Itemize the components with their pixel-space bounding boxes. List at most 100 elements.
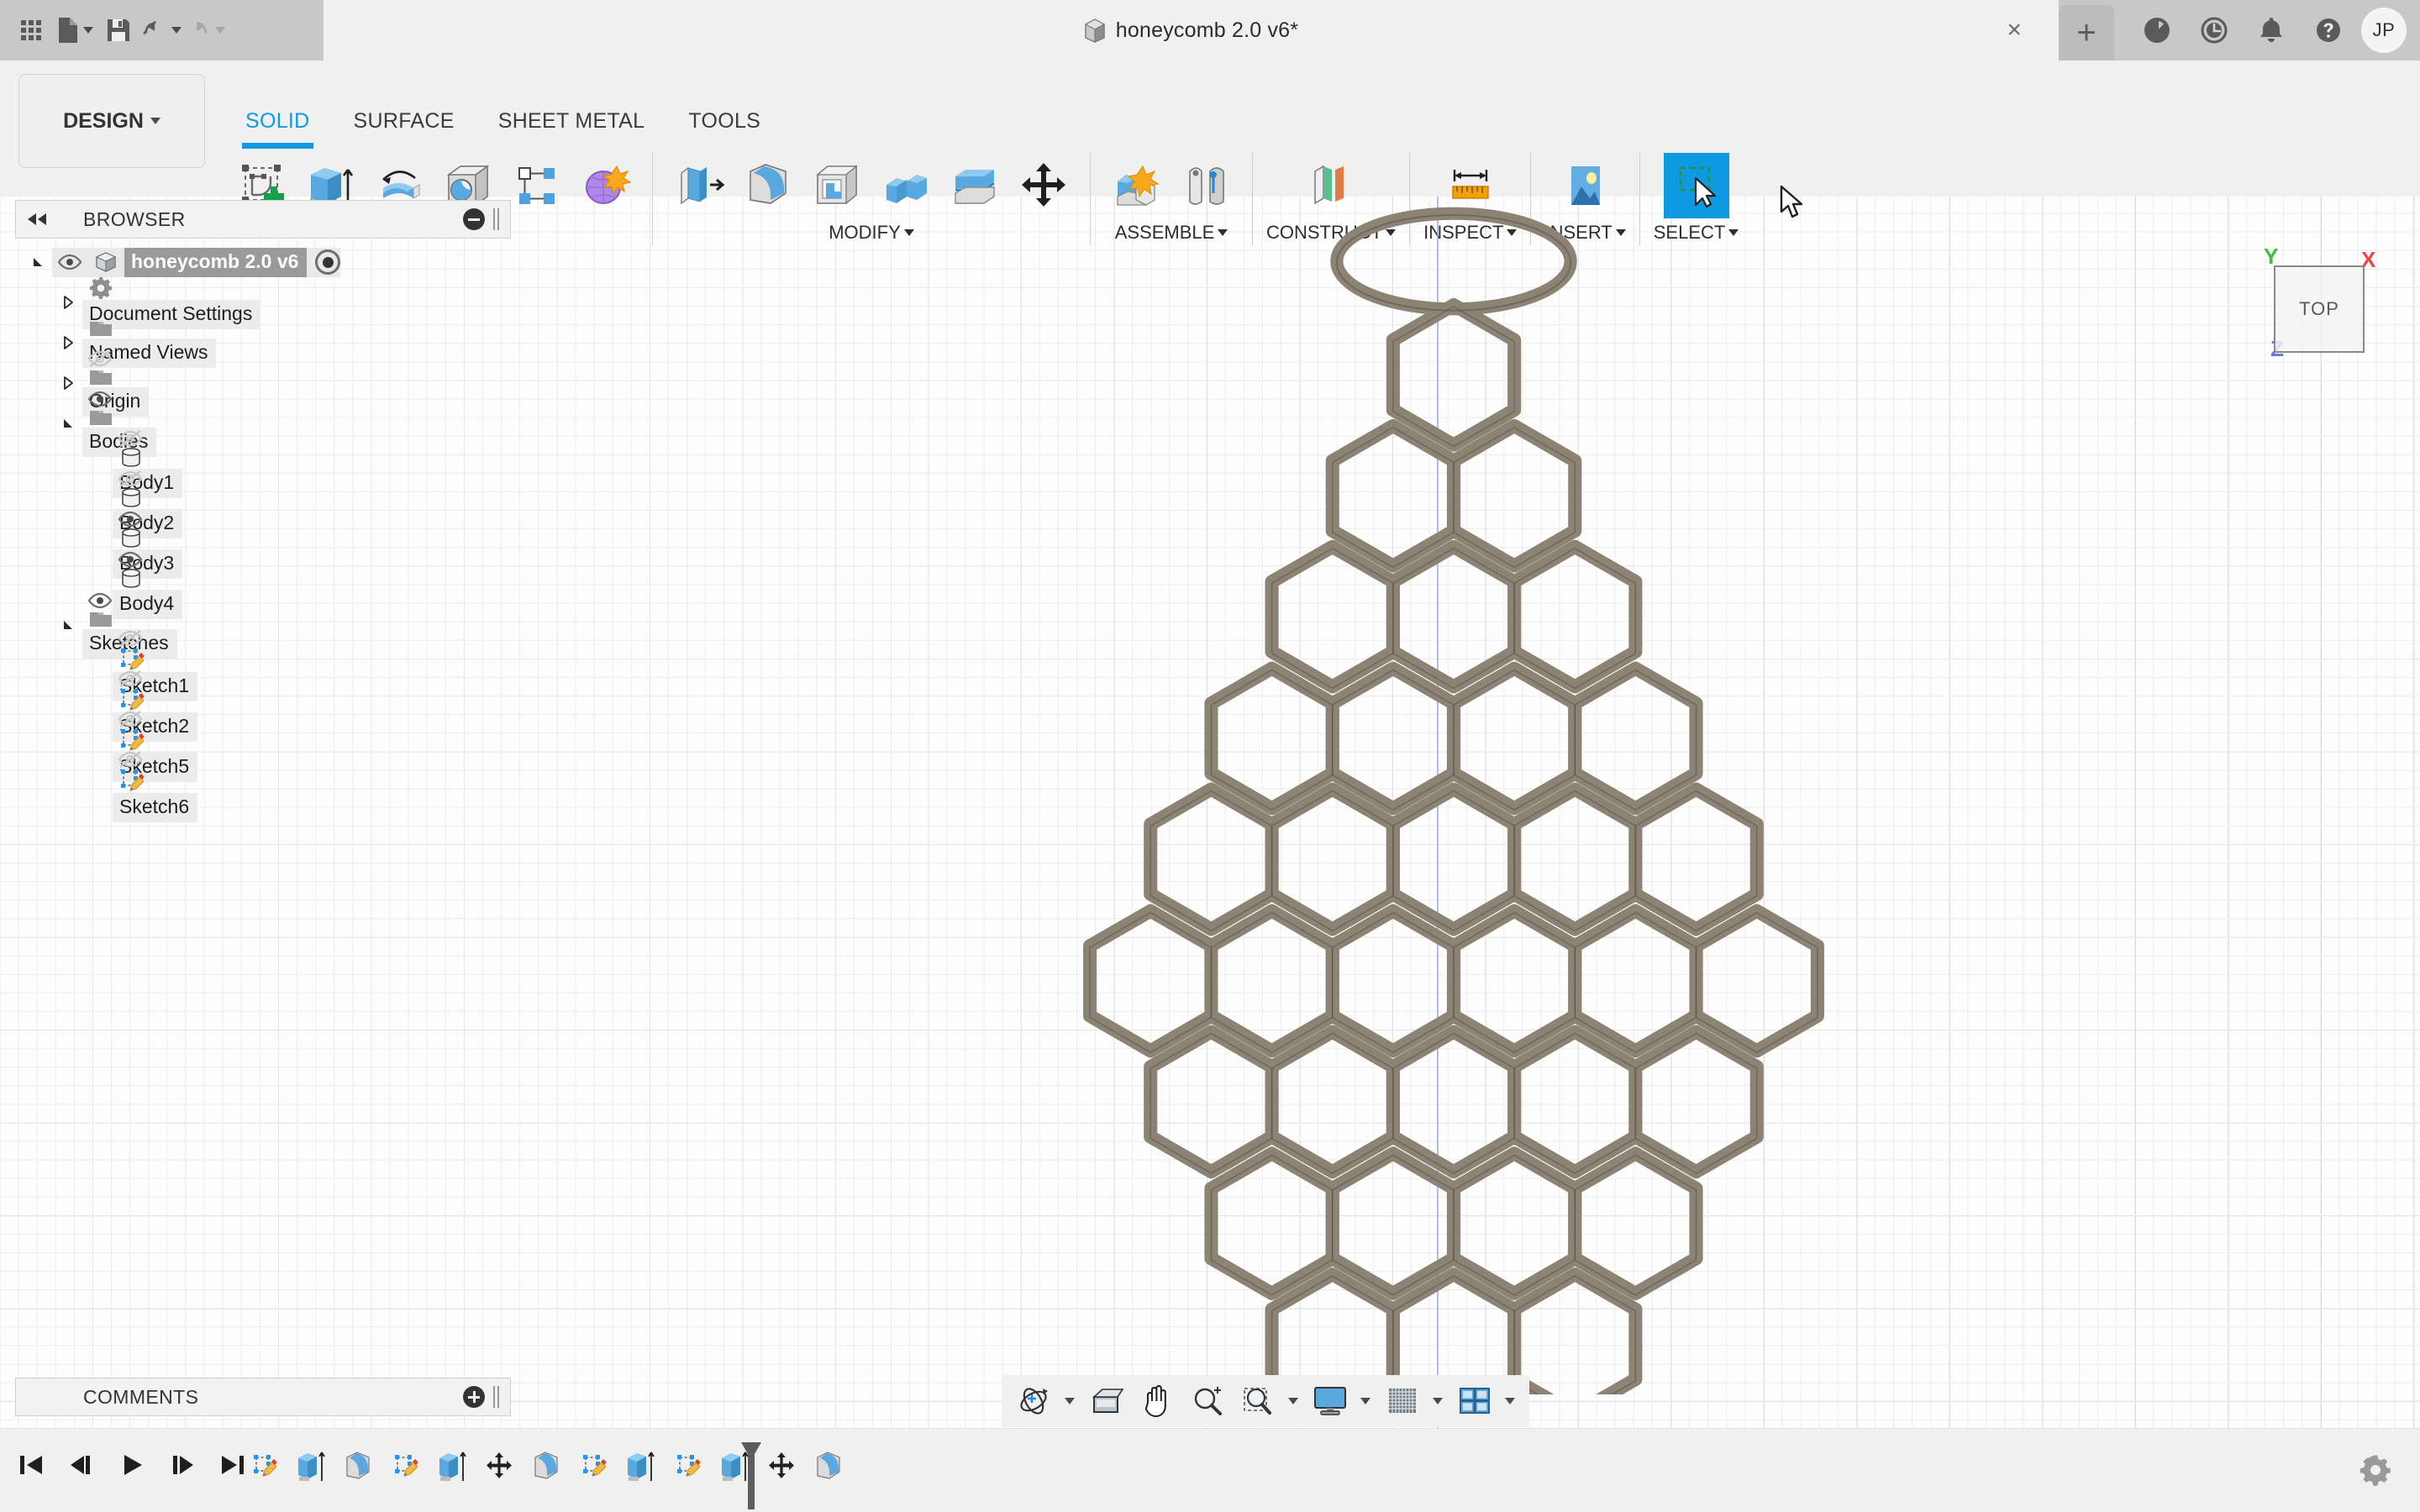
play-back-icon[interactable] [113, 1442, 151, 1488]
tab-surface[interactable]: SURFACE [332, 109, 476, 141]
tree-expander[interactable] [24, 255, 52, 269]
tree-item-body3[interactable]: Body3 [15, 511, 511, 579]
tab-sheet-metal[interactable]: SHEET METAL [476, 109, 667, 141]
sketch-icon [254, 1455, 276, 1477]
tree-item-sketch6[interactable]: Sketch6 [15, 750, 511, 822]
browser-resize-grip[interactable] [493, 208, 502, 230]
create-form-icon[interactable] [573, 153, 639, 218]
step-back-icon[interactable] [62, 1442, 101, 1488]
viewports-icon[interactable] [1450, 1378, 1499, 1424]
file-icon[interactable] [55, 11, 94, 50]
tab-tools[interactable]: TOOLS [666, 109, 782, 141]
folder-icon [82, 367, 119, 387]
save-icon[interactable] [99, 11, 138, 50]
tree-item-body2[interactable]: Body2 [15, 470, 511, 538]
display-settings-icon[interactable] [1306, 1378, 1355, 1424]
undo-icon[interactable] [143, 11, 182, 50]
bell-icon[interactable] [2247, 6, 2296, 55]
timeline-extrude[interactable] [429, 1441, 476, 1491]
new-tab-button[interactable]: + [2059, 5, 2114, 60]
move-copy-icon[interactable] [1011, 153, 1076, 218]
extension-icon[interactable] [2133, 6, 2181, 55]
display-chevron-down-icon[interactable] [1356, 1378, 1376, 1424]
combine-icon[interactable] [873, 153, 939, 218]
document-tab[interactable]: honeycomb 2.0 v6* × [324, 0, 2059, 60]
activate-component-radio[interactable] [315, 249, 341, 275]
step-forward-icon[interactable] [163, 1442, 202, 1488]
timeline-sketch[interactable] [240, 1441, 287, 1491]
press-pull-icon[interactable] [666, 153, 732, 218]
timeline-fillet[interactable] [334, 1441, 381, 1491]
minimize-browser-icon[interactable] [463, 208, 485, 230]
timeline-sketch[interactable] [381, 1441, 429, 1491]
visibility-toggle-icon[interactable] [113, 750, 148, 768]
timeline-fillet[interactable] [805, 1441, 852, 1491]
pattern-icon[interactable] [504, 153, 570, 218]
zoom-chevron-down-icon[interactable] [1284, 1378, 1304, 1424]
visibility-toggle-icon[interactable] [113, 669, 148, 687]
visibility-toggle-icon[interactable] [82, 592, 118, 609]
tree-expander[interactable] [54, 375, 82, 391]
help-icon[interactable] [2304, 6, 2353, 55]
visibility-toggle-icon[interactable] [52, 254, 87, 270]
visibility-toggle-icon[interactable] [113, 629, 148, 647]
visibility-toggle-icon[interactable] [113, 511, 148, 528]
tree-item-sketch2[interactable]: Sketch2 [15, 669, 511, 742]
timeline-move[interactable] [758, 1441, 805, 1491]
body-icon [113, 528, 150, 549]
viewports-chevron-down-icon[interactable] [1501, 1378, 1521, 1424]
orbit-icon[interactable] [1010, 1378, 1059, 1424]
add-comment-icon[interactable] [463, 1386, 485, 1408]
pan-icon[interactable] [1133, 1378, 1181, 1424]
collapse-panel-icon[interactable] [24, 207, 50, 232]
split-face-icon[interactable] [942, 153, 1007, 218]
timeline-end-marker[interactable] [738, 1441, 765, 1511]
eye-hidden-icon [118, 470, 143, 487]
tree-expander[interactable] [54, 417, 82, 430]
fillet-icon[interactable] [735, 153, 801, 218]
visibility-toggle-icon[interactable] [113, 470, 148, 487]
quick-access-toolbar [0, 0, 324, 60]
tree-item-bodies[interactable]: Bodies [15, 391, 511, 457]
timeline-move[interactable] [476, 1441, 523, 1491]
tree-expander[interactable] [54, 618, 82, 632]
chevron-down-icon[interactable] [903, 229, 914, 236]
folder-icon [90, 321, 112, 336]
orbit-chevron-down-icon[interactable] [1060, 1378, 1081, 1424]
design-workspace-button[interactable]: DESIGN [18, 74, 205, 168]
tab-solid[interactable]: SOLID [224, 109, 332, 149]
visibility-toggle-icon[interactable] [113, 710, 148, 727]
timeline-sketch[interactable] [664, 1441, 711, 1491]
view-cube[interactable]: Y X Z TOP [2260, 244, 2375, 361]
close-tab-icon[interactable]: × [2007, 18, 2022, 43]
go-to-beginning-icon[interactable] [12, 1442, 50, 1488]
redo-icon[interactable] [187, 11, 225, 50]
tree-expander[interactable] [54, 295, 82, 310]
grid-snaps-icon[interactable] [1378, 1378, 1427, 1424]
tree-expander[interactable] [54, 335, 82, 350]
avatar[interactable]: JP [2361, 8, 2407, 53]
gear-icon[interactable] [2353, 1447, 2398, 1493]
timeline-sketch[interactable] [570, 1441, 617, 1491]
visibility-toggle-icon[interactable] [82, 391, 118, 407]
honeycomb-model[interactable] [1076, 202, 1832, 1394]
visibility-toggle-icon[interactable] [113, 551, 148, 568]
comments-resize-grip[interactable] [493, 1386, 502, 1408]
shell-icon[interactable] [804, 153, 870, 218]
timeline-fillet[interactable] [523, 1441, 570, 1491]
timeline-extrude[interactable] [287, 1441, 334, 1491]
zoom-window-icon[interactable] [1234, 1378, 1282, 1424]
tree-item-document-settings[interactable]: Document Settings [15, 276, 511, 329]
tree-item-sketch5[interactable]: Sketch5 [15, 710, 511, 782]
tree-item-sketches[interactable]: Sketches [15, 592, 511, 659]
look-at-icon[interactable] [1082, 1378, 1131, 1424]
zoom-icon[interactable] [1183, 1378, 1232, 1424]
grid-chevron-down-icon[interactable] [1428, 1378, 1449, 1424]
timeline-extrude[interactable] [617, 1441, 664, 1491]
visibility-toggle-icon[interactable] [82, 349, 118, 367]
visibility-toggle-icon[interactable] [113, 429, 148, 447]
gear-icon [90, 276, 112, 299]
clock-icon[interactable] [2190, 6, 2238, 55]
view-cube-top-face[interactable]: TOP [2274, 265, 2365, 353]
app-grid-icon[interactable] [12, 11, 50, 50]
